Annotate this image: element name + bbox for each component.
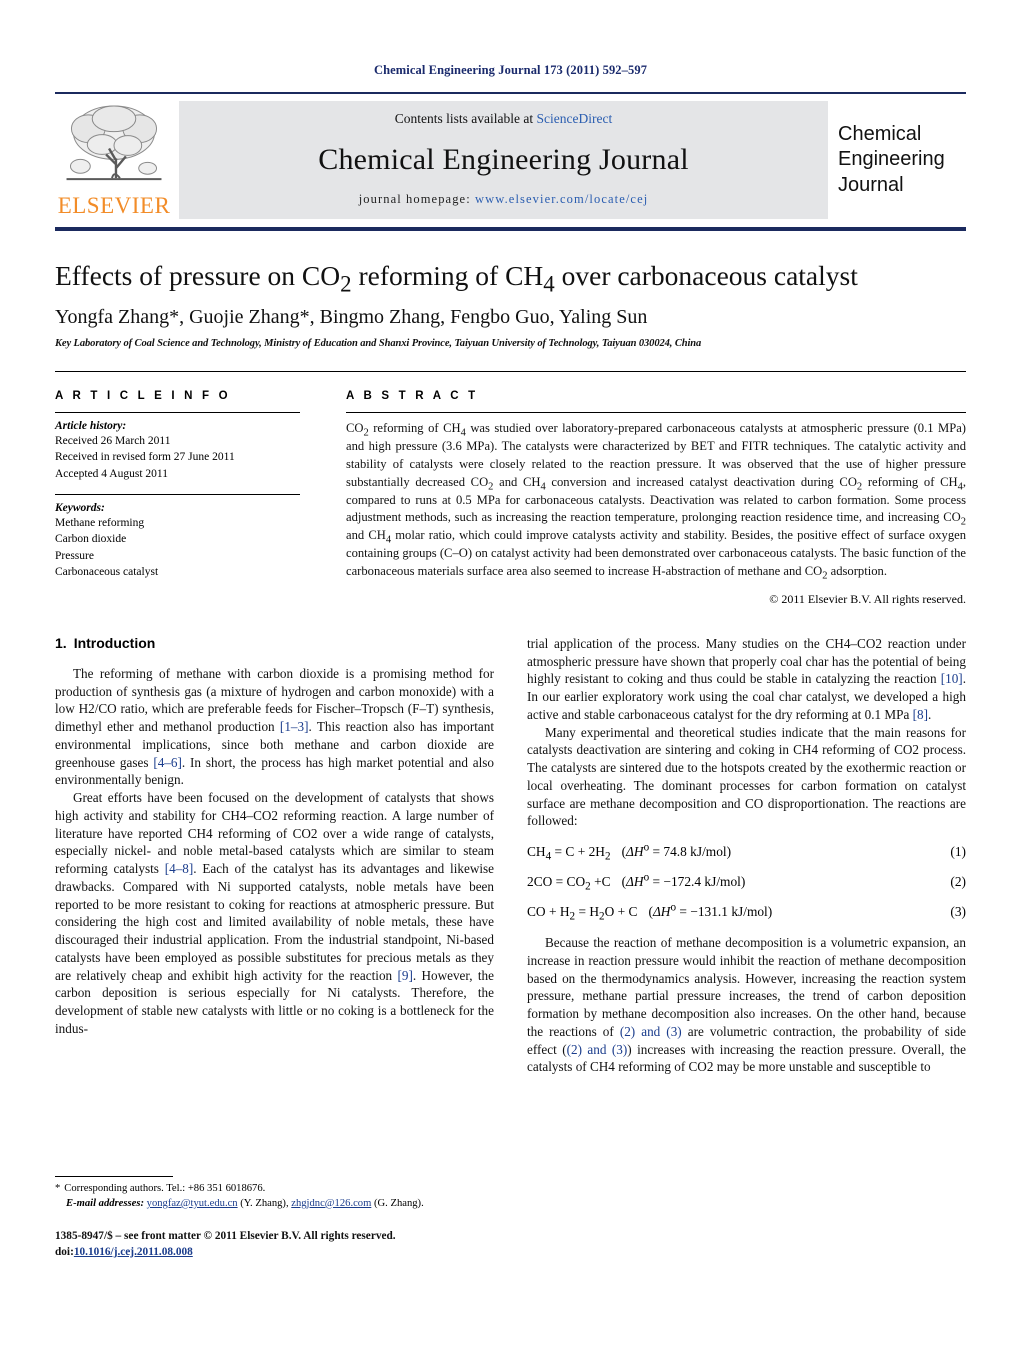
keyword-item: Methane reforming [55, 516, 145, 529]
section-number: 1. [55, 634, 67, 651]
citation-link[interactable]: [8] [913, 707, 928, 722]
footnote-star: * [55, 1183, 61, 1194]
masthead-bottom-rule [55, 227, 966, 231]
cover-line-2: Engineering [838, 148, 945, 171]
history-item: Received in revised form 27 June 2011 [55, 451, 235, 464]
equation-number: (1) [950, 844, 966, 860]
author-list: Yongfa Zhang*, Guojie Zhang*, Bingmo Zha… [55, 306, 648, 328]
equation-crossref-link[interactable]: (2) and (3) [567, 1042, 628, 1057]
history-item: Accepted 4 August 2011 [55, 467, 168, 480]
contents-available-line: Contents lists available at ScienceDirec… [395, 111, 612, 127]
email-link-1[interactable]: yongfaz@tyut.edu.cn [147, 1198, 238, 1209]
paragraph-intro-3: trial application of the process. Many s… [527, 635, 966, 722]
email-link-2[interactable]: zhgjdnc@126.com [291, 1198, 371, 1209]
email-label: E-mail addresses: [66, 1197, 144, 1209]
journal-masthead: ELSEVIER Contents lists available at Sci… [55, 92, 966, 219]
abstract-copyright: © 2011 Elsevier B.V. All rights reserved… [769, 591, 966, 606]
issn-line: 1385-8947/$ – see front matter © 2011 El… [55, 1230, 396, 1242]
left-column: 1. Introduction The reforming of methane … [55, 635, 494, 1076]
keyword-item: Carbon dioxide [55, 533, 127, 546]
equation-lhs: CO + H2 = H2O + C [527, 904, 638, 923]
cover-line-3: Journal [838, 173, 904, 196]
equation-lhs: CH4 = C + 2H2 [527, 844, 611, 863]
footnote-rule [55, 1176, 173, 1177]
affiliation: Key Laboratory of Coal Science and Techn… [55, 338, 702, 349]
cover-line-1: Chemical [838, 123, 922, 146]
abstract-rule [346, 412, 966, 413]
homepage-label: journal homepage: [358, 192, 471, 206]
citation-link[interactable]: [10] [941, 671, 963, 686]
article-history-label: Article history: [55, 420, 127, 432]
page-title: Effects of pressure on CO2 reforming of … [55, 259, 966, 295]
citation-link[interactable]: [4–8] [165, 861, 194, 876]
body-columns: 1. Introduction The reforming of methane … [55, 635, 966, 1076]
abstract-text: CO2 reforming of CH4 was studied over la… [346, 421, 967, 582]
equation-enthalpy: (ΔHo = 74.8 kJ/mol) [621, 841, 732, 860]
title-segment-3: over carbonaceous catalyst [554, 260, 858, 291]
title-subscript-1: 2 [340, 271, 352, 297]
journal-homepage-line: journal homepage: www.elsevier.com/locat… [359, 192, 649, 207]
title-segment-1: Effects of pressure on CO [55, 260, 341, 291]
citation-link[interactable]: [1–3] [280, 719, 309, 734]
equation-crossref-link[interactable]: (2) and (3) [620, 1024, 682, 1039]
keyword-item: Carbonaceous catalyst [55, 565, 159, 578]
email-owner-2: (G. Zhang). [374, 1197, 424, 1209]
journal-title: Chemical Engineering Journal [318, 142, 689, 176]
article-info-column: A R T I C L E I N F O Article history: R… [55, 390, 300, 607]
right-column: trial application of the process. Many s… [527, 635, 966, 1076]
article-info-heading: A R T I C L E I N F O [55, 390, 231, 402]
equation-enthalpy: (ΔHo = −131.1 kJ/mol) [648, 901, 773, 920]
doi-link[interactable]: 10.1016/j.cej.2011.08.008 [74, 1246, 193, 1258]
citation-link[interactable]: [9] [397, 968, 412, 983]
equation-body: CH4 = C + 2H2 (ΔHo = 74.8 kJ/mol) [527, 841, 732, 863]
title-block: Effects of pressure on CO2 reforming of … [55, 259, 966, 349]
equation-body: 2CO = CO2 +C (ΔHo = −172.4 kJ/mol) [527, 871, 746, 893]
equation-row: CH4 = C + 2H2 (ΔHo = 74.8 kJ/mol) (1) [527, 841, 966, 863]
equation-lhs: 2CO = CO2 +C [527, 874, 611, 893]
section-heading-introduction: 1. Introduction [55, 635, 494, 651]
paragraph-intro-2: Great efforts have been focused on the d… [55, 790, 495, 1036]
footnote-corresponding-line: * Corresponding authors. Tel.: +86 351 60… [55, 1183, 266, 1194]
footnote-email-line: E-mail addresses: yongfaz@tyut.edu.cn (Y… [55, 1197, 485, 1212]
corresponding-author-footnote: * Corresponding authors. Tel.: +86 351 60… [55, 1176, 485, 1211]
sciencedirect-link[interactable]: ScienceDirect [537, 111, 613, 126]
section-label: Introduction [73, 634, 156, 651]
doi-label: doi: [55, 1245, 74, 1258]
citation-link[interactable]: [4–6] [153, 755, 182, 770]
keyword-item: Pressure [55, 549, 94, 562]
equation-body: CO + H2 = H2O + C (ΔHo = −131.1 kJ/mol) [527, 901, 773, 923]
equation-row: 2CO = CO2 +C (ΔHo = −172.4 kJ/mol) (2) [527, 871, 966, 893]
equation-number: (3) [950, 904, 966, 920]
doi-line: doi:10.1016/j.cej.2011.08.008 [55, 1245, 396, 1261]
equation-enthalpy: (ΔHo = −172.4 kJ/mol) [621, 871, 746, 890]
elsevier-wordmark: ELSEVIER [57, 193, 171, 218]
paragraph-intro-5: Because the reaction of methane decompos… [527, 935, 966, 1075]
paragraph-intro-4: Many experimental and theoretical studie… [527, 724, 966, 829]
keywords-rule [55, 493, 300, 495]
equation-number: (2) [950, 874, 966, 890]
equation-row: CO + H2 = H2O + C (ΔHo = −131.1 kJ/mol) (… [527, 901, 966, 923]
running-head: Chemical Engineering Journal 173 (2011) … [373, 63, 648, 77]
colophon: 1385-8947/$ – see front matter © 2011 El… [55, 1229, 396, 1260]
contents-prefix: Contents lists available at [394, 111, 534, 126]
homepage-url-link[interactable]: www.elsevier.com/locate/cej [475, 192, 648, 206]
keywords-label: Keywords: [55, 501, 105, 514]
abstract-heading: A B S T R A C T [346, 390, 479, 402]
email-owner-1: (Y. Zhang), [240, 1197, 289, 1209]
contents-box: Contents lists available at ScienceDirec… [179, 101, 828, 219]
history-item: Received 26 March 2011 [55, 435, 171, 447]
elsevier-tree-icon [66, 105, 162, 181]
elsevier-logo: ELSEVIER [55, 101, 173, 219]
journal-cover-title: Chemical Engineering Journal [836, 101, 966, 219]
title-segment-2: reforming of CH [351, 260, 544, 291]
abstract-column: A B S T R A C T CO2 reforming of CH4 was… [346, 390, 966, 607]
info-abstract-region: A R T I C L E I N F O Article history: R… [55, 371, 966, 607]
article-page: Chemical Engineering Journal 173 (2011) … [0, 0, 1021, 1351]
paragraph-intro-1: The reforming of methane with carbon dio… [55, 665, 494, 788]
article-info-rule [55, 412, 300, 413]
title-subscript-2: 4 [543, 271, 555, 297]
